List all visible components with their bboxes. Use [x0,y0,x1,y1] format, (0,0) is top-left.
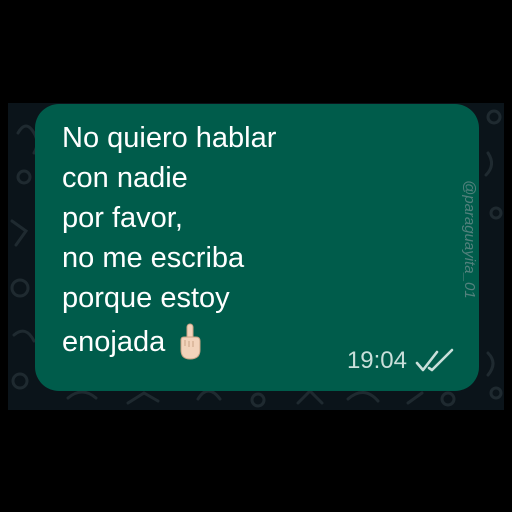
message-line: No quiero hablar [62,122,277,154]
message-line: porque estoy [62,282,230,314]
message-time: 19:04 [346,347,407,374]
message-meta: 19:04 [347,347,455,375]
message-bubble[interactable]: No quiero hablar con nadie por favor, no… [35,104,479,391]
message-line-with-emoji: enojada [62,322,276,362]
middle-finger-emoji-icon [180,323,201,360]
screenshot-frame: No quiero hablar con nadie por favor, no… [0,0,512,512]
message-line: con nadie [62,162,188,194]
message-line: no me escriba [62,242,245,274]
double-check-icon [415,348,454,372]
message-line: por favor, [62,202,183,234]
watermark-text: @paraguayita_01 [461,180,478,299]
message-line: enojada [62,326,166,358]
message-text: No quiero hablar con nadie por favor, no… [62,118,276,362]
